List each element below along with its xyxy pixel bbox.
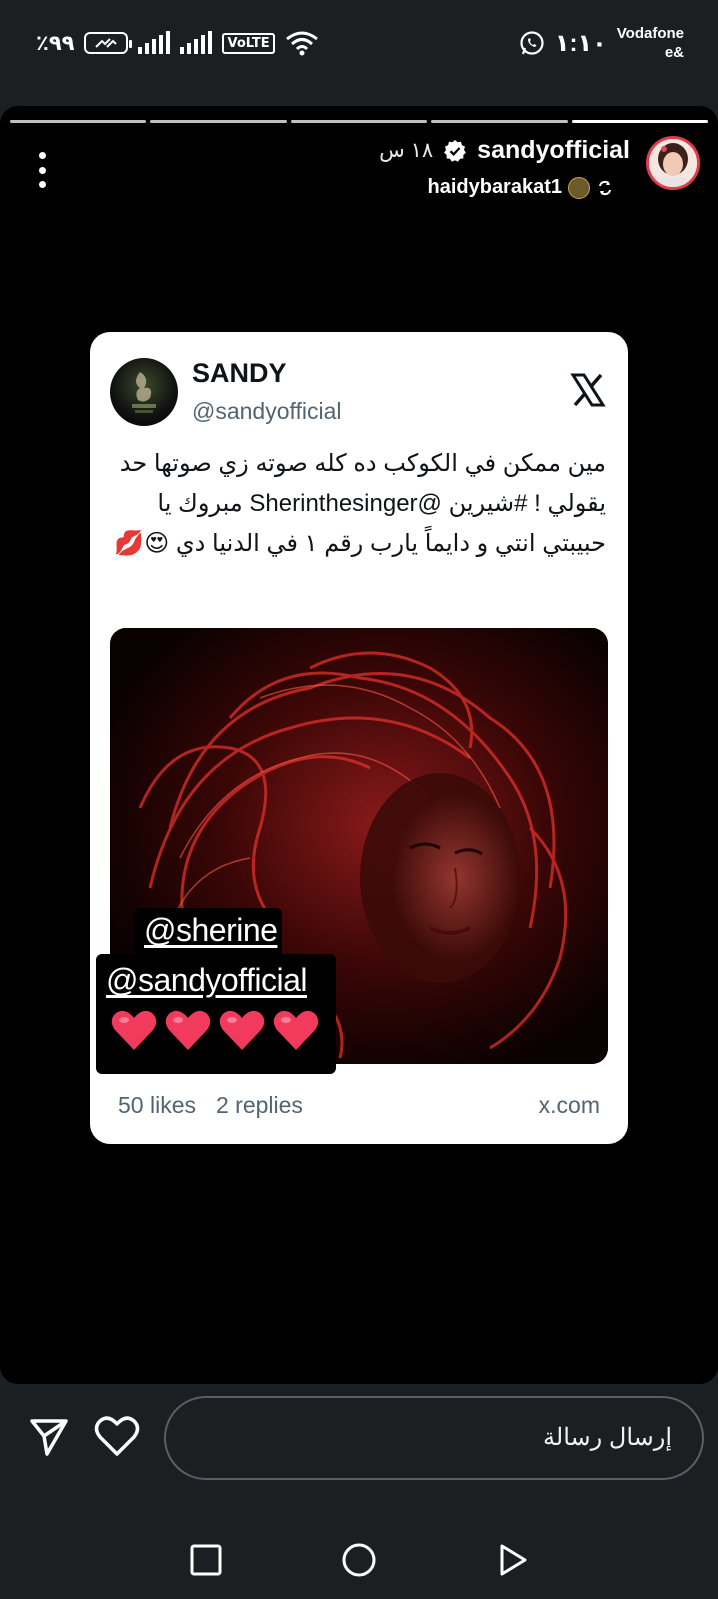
heart-icon [273,1010,319,1050]
avatar[interactable] [646,136,700,190]
recents-square-icon[interactable] [188,1542,224,1578]
battery-percent: ٪٩٩ [36,31,75,55]
repost-icon [599,180,611,195]
hearts-row [110,1008,320,1052]
avatar-image [649,139,697,187]
wifi-icon [285,31,318,56]
replies-count: 2 replies [215,1092,303,1118]
x-logo-icon [570,373,606,407]
progress-segment [290,120,428,123]
carrier-label: Vodafone e& [616,25,684,61]
progress-segment [10,120,147,123]
tweet-author-name: SANDY [192,358,287,388]
repost-attribution[interactable]: haidybarakat1 [427,176,614,199]
tweet-text: مين ممكن في الكوكب ده كله صوته زي صوتها … [114,450,606,557]
progress-segment [150,120,287,123]
back-triangle-icon[interactable] [494,1542,530,1578]
clock: ١:١٠ [554,29,607,57]
heart-icon [165,1010,211,1050]
heart-icon [219,1010,265,1050]
status-left: ٪٩٩ VoLTE [36,30,319,56]
progress-segment [571,120,709,123]
signal-icon [180,31,213,54]
tweet-avatar [110,358,178,426]
heart-icon [111,1010,157,1050]
status-right: ١:١٠ Vodafone e& [519,24,684,62]
mention-sticker[interactable]: @sherine @sandyofficial [96,908,336,1074]
story-header: sandyofficial ١٨ س [379,136,630,165]
tweet-footer: 50 likes 2 replies x.com [118,1092,600,1119]
story-time: ١٨ س [379,139,434,162]
story-progress-bar [10,120,709,123]
verified-badge-icon [444,139,467,162]
mention-sandyofficial[interactable]: @sandyofficial [106,962,308,999]
system-nav-bar [0,1520,718,1599]
repost-avatar [568,176,590,199]
source-domain[interactable]: x.com [539,1092,600,1119]
volte-icon: VoLTE [222,32,275,54]
status-bar: ٪٩٩ VoLTE ١:١٠ Vodafone e& [0,0,718,96]
story-username[interactable]: sandyofficial [477,136,630,165]
repost-username: haidybarakat1 [427,176,562,198]
tweet-author-handle: @sandyofficial [192,398,342,424]
message-input[interactable] [164,1396,704,1480]
more-options-icon[interactable] [32,152,52,188]
mention-sherine[interactable]: @sherine [144,912,278,949]
battery-charging-icon [84,32,133,54]
reply-bar [0,1384,718,1520]
share-send-icon[interactable] [28,1416,70,1458]
story-viewer[interactable]: sandyofficial ١٨ س haidybarakat1 SANDY @… [0,106,718,1384]
like-heart-icon[interactable] [94,1414,140,1458]
home-circle-icon[interactable] [341,1542,377,1578]
signal-icon [138,31,171,54]
likes-count: 50 likes [118,1092,196,1118]
whatsapp-icon [520,31,544,55]
progress-segment [431,120,568,123]
